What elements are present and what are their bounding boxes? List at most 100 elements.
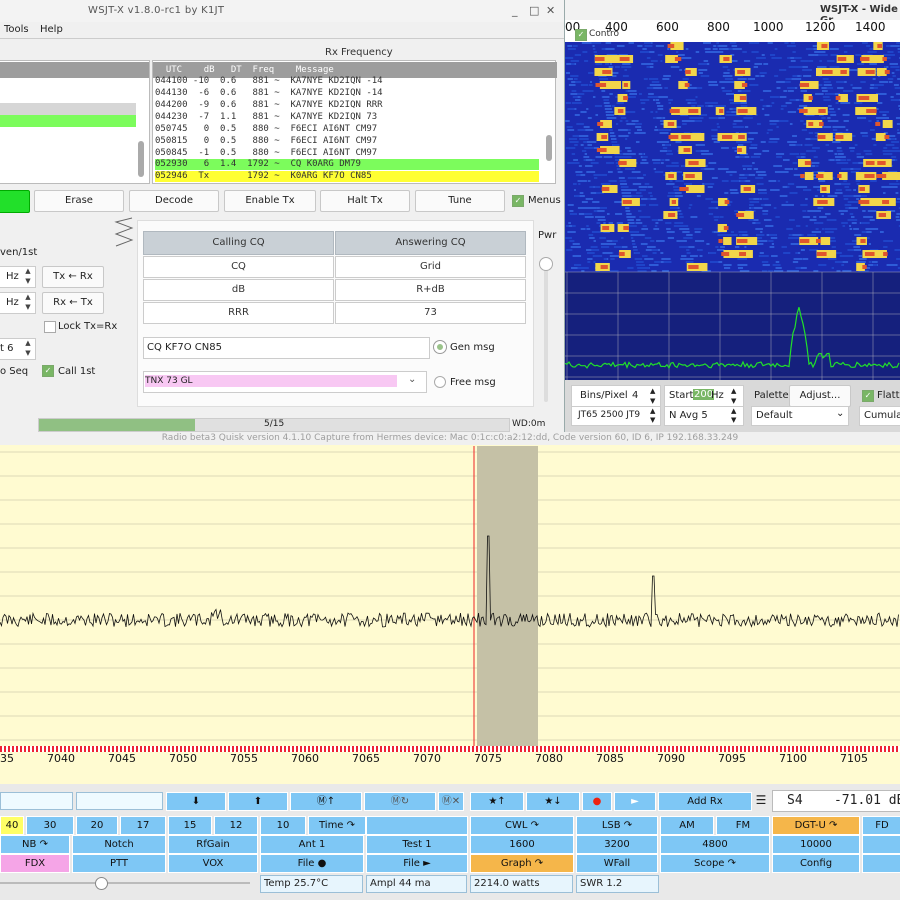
band-17-button[interactable]: 17 bbox=[120, 816, 166, 835]
menus-checkbox[interactable]: ✓ bbox=[512, 195, 524, 207]
file-play-button[interactable]: File ► bbox=[366, 854, 468, 873]
maximize-icon[interactable]: □ bbox=[529, 4, 539, 17]
bw-4800-button[interactable]: 4800 bbox=[660, 835, 770, 854]
ptt-button[interactable]: PTT bbox=[72, 854, 166, 873]
tx-spinner[interactable]: ▲ ▼ bbox=[22, 338, 34, 358]
scope-button[interactable]: Scope ↷ bbox=[660, 854, 770, 873]
mode-am-button[interactable]: AM bbox=[660, 816, 714, 835]
adjust-button[interactable]: Adjust... bbox=[789, 385, 851, 407]
palette-combo[interactable]: Default ⌄ bbox=[751, 406, 849, 426]
mode-lsb-button[interactable]: LSB ↷ bbox=[576, 816, 658, 835]
fav-down-button[interactable]: ★↓ bbox=[526, 792, 580, 811]
power-slider-track[interactable] bbox=[544, 262, 548, 402]
bw-1600-button[interactable]: 1600 bbox=[470, 835, 574, 854]
ant-1-button[interactable]: Ant 1 bbox=[260, 835, 364, 854]
add-rx-button[interactable]: Add Rx bbox=[658, 792, 752, 811]
palette-value: Default bbox=[756, 410, 793, 421]
macro-r-db[interactable]: R+dB bbox=[335, 279, 526, 301]
menu-list-icon[interactable]: ☰ bbox=[754, 792, 768, 809]
waterfall-display[interactable] bbox=[565, 42, 900, 380]
memory-recall-button[interactable]: Ⓜ↻ bbox=[364, 792, 436, 811]
flatten-checkbox[interactable]: ✓ bbox=[862, 390, 874, 402]
macro-rrr[interactable]: RRR bbox=[143, 302, 334, 324]
down-button[interactable]: ⬇ bbox=[166, 792, 226, 811]
rx-freq-spinner[interactable]: ▲ ▼ bbox=[22, 292, 34, 312]
macro-cq[interactable]: CQ bbox=[143, 256, 334, 278]
band-40-button[interactable]: 40 bbox=[0, 816, 24, 835]
bw-10000-button[interactable]: 10000 bbox=[772, 835, 860, 854]
spinner-icon[interactable]: ▲ ▼ bbox=[731, 407, 736, 425]
spinner-icon[interactable]: ▲ ▼ bbox=[650, 407, 655, 425]
wfall-button[interactable]: WFall bbox=[576, 854, 658, 873]
close-icon[interactable]: ✕ bbox=[546, 4, 555, 17]
decode-button[interactable]: Decode bbox=[129, 190, 219, 212]
band-blank-button[interactable] bbox=[366, 816, 468, 835]
n-avg-spinbox[interactable]: N Avg 5 ▲ ▼ bbox=[664, 406, 744, 426]
macro-grid[interactable]: Grid bbox=[335, 256, 526, 278]
menu-help[interactable]: Help bbox=[40, 24, 63, 35]
config-button[interactable]: Config bbox=[772, 854, 860, 873]
controls-checkbox[interactable]: ✓ bbox=[575, 29, 587, 41]
spinner-icon[interactable]: ▲ ▼ bbox=[731, 386, 736, 406]
fav-up-button[interactable]: ★↑ bbox=[470, 792, 524, 811]
power-slider-handle[interactable] bbox=[539, 257, 553, 271]
band-15-button[interactable]: 15 bbox=[168, 816, 212, 835]
nb-button[interactable]: NB ↷ bbox=[0, 835, 70, 854]
tx-freq-spinner[interactable]: ▲ ▼ bbox=[22, 266, 34, 286]
rfgain-button[interactable]: RfGain bbox=[168, 835, 258, 854]
band-12-button[interactable]: 12 bbox=[214, 816, 258, 835]
frequency-entry[interactable] bbox=[0, 792, 73, 810]
volume-slider-handle[interactable] bbox=[95, 877, 108, 890]
spinner-icon[interactable]: ▲ ▼ bbox=[650, 386, 655, 406]
call-first-checkbox[interactable]: ✓ bbox=[42, 365, 54, 377]
chevron-down-icon[interactable]: ⌄ bbox=[408, 374, 416, 385]
menu-tools[interactable]: Tools bbox=[4, 24, 29, 35]
play-button[interactable]: ► bbox=[614, 792, 656, 811]
memory-up-button[interactable]: Ⓜ↑ bbox=[290, 792, 362, 811]
band-20-button[interactable]: 20 bbox=[76, 816, 118, 835]
extra-button[interactable] bbox=[862, 854, 900, 873]
bw-3200-button[interactable]: 3200 bbox=[576, 835, 658, 854]
graph-button[interactable]: Graph ↷ bbox=[470, 854, 574, 873]
start-freq-spinbox[interactable]: Start 200 Hz ▲ ▼ bbox=[664, 385, 744, 407]
mode-dgtu-button[interactable]: DGT-U ↷ bbox=[772, 816, 860, 835]
mode-spinbox[interactable]: JT65 2500 JT9 ▲ ▼ bbox=[571, 406, 661, 426]
lock-tx-rx-checkbox[interactable] bbox=[44, 321, 56, 333]
volume-slider-track[interactable] bbox=[0, 882, 250, 884]
band-30-button[interactable]: 30 bbox=[26, 816, 74, 835]
record-button[interactable]: ● bbox=[582, 792, 612, 811]
bw-extra-button[interactable] bbox=[862, 835, 900, 854]
up-button[interactable]: ⬆ bbox=[228, 792, 288, 811]
tx-from-rx-button[interactable]: Tx ← Rx bbox=[42, 266, 104, 288]
notch-button[interactable]: Notch bbox=[72, 835, 166, 854]
bins-per-pixel-spinbox[interactable]: Bins/Pixel 4 ▲ ▼ bbox=[571, 385, 661, 407]
gen-msg-radio[interactable] bbox=[434, 341, 446, 353]
frequency-entry-2[interactable] bbox=[76, 792, 163, 810]
band-activity-list[interactable] bbox=[0, 60, 150, 184]
mode-fm-button[interactable]: FM bbox=[716, 816, 770, 835]
band-10-button[interactable]: 10 bbox=[260, 816, 306, 835]
halt-tx-button[interactable]: Halt Tx bbox=[320, 190, 410, 212]
monitor-button[interactable] bbox=[0, 190, 30, 213]
ampl-status: Ampl 44 ma bbox=[366, 875, 467, 893]
vox-button[interactable]: VOX bbox=[168, 854, 258, 873]
fdx-button[interactable]: FDX bbox=[0, 854, 70, 873]
rx-list-scrollbar[interactable] bbox=[546, 135, 552, 161]
tune-button[interactable]: Tune bbox=[415, 190, 505, 212]
macro-db[interactable]: dB bbox=[143, 279, 334, 301]
spectrum-graph[interactable] bbox=[0, 446, 900, 752]
rx-from-tx-button[interactable]: Rx ← Tx bbox=[42, 292, 104, 314]
gen-msg-input[interactable]: CQ KF7O CN85 bbox=[143, 337, 430, 359]
macro-73[interactable]: 73 bbox=[335, 302, 526, 324]
mode-fdv-button[interactable]: FD bbox=[862, 816, 900, 835]
file-record-button[interactable]: File ● bbox=[260, 854, 364, 873]
memory-delete-button[interactable]: Ⓜ✕ bbox=[438, 792, 464, 811]
minimize-icon[interactable]: _ bbox=[512, 4, 518, 17]
mode-cwl-button[interactable]: CWL ↷ bbox=[470, 816, 574, 835]
enable-tx-button[interactable]: Enable Tx bbox=[224, 190, 316, 212]
free-msg-radio[interactable] bbox=[434, 376, 446, 388]
spectrum-combo[interactable]: Cumulati bbox=[859, 406, 900, 426]
test-1-button[interactable]: Test 1 bbox=[366, 835, 468, 854]
erase-button[interactable]: Erase bbox=[34, 190, 124, 212]
time-button[interactable]: Time ↷ bbox=[308, 816, 366, 835]
